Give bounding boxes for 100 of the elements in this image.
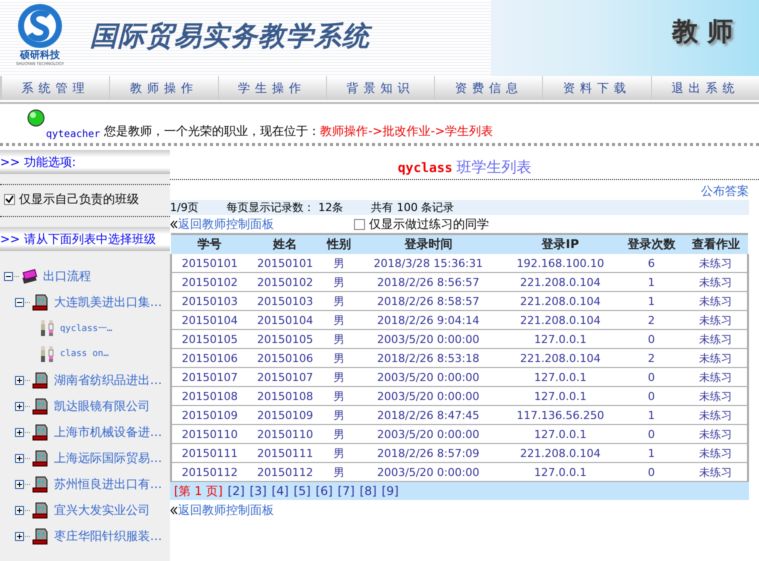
- collapse-icon[interactable]: [15, 298, 30, 306]
- table-cell: 117.136.56.250: [502, 406, 620, 424]
- homework-link[interactable]: 未练习: [684, 386, 748, 406]
- double-chevron-icon: [170, 506, 178, 515]
- page-link[interactable]: [4]: [272, 484, 289, 498]
- homework-link[interactable]: 未练习: [684, 368, 748, 386]
- page-link[interactable]: [8]: [360, 484, 377, 498]
- breadcrumb: 教师操作->批改作业->学生列表: [320, 123, 493, 140]
- table-cell: 男: [322, 310, 355, 330]
- expand-icon[interactable]: [15, 428, 30, 436]
- back-link[interactable]: 返回教师控制面板: [178, 216, 274, 232]
- table-cell: 20150105: [248, 330, 323, 348]
- table-cell: 20150108: [248, 386, 323, 406]
- nav-button[interactable]: 背景知识: [326, 76, 434, 100]
- table-cell: 20150109: [248, 406, 323, 424]
- tree-item[interactable]: 凯达眼镜有限公司: [54, 398, 150, 414]
- table-cell: 20150102: [171, 272, 248, 292]
- building-icon: [32, 371, 50, 389]
- tree-item[interactable]: 上海市机械设备进…: [54, 424, 162, 440]
- tree-item[interactable]: 苏州恒良进出口有…: [54, 476, 162, 492]
- table-cell: 0: [619, 368, 684, 386]
- tree-item[interactable]: 宜兴大发实业公司: [54, 502, 150, 518]
- back-link[interactable]: 返回教师控制面板: [178, 502, 274, 519]
- table-cell: 1: [619, 444, 684, 462]
- page-link[interactable]: [3]: [250, 484, 267, 498]
- page-link[interactable]: [9]: [382, 484, 399, 498]
- user-name: qyteacher: [46, 129, 100, 140]
- table-cell: 20150102: [248, 272, 323, 292]
- homework-link[interactable]: 未练习: [684, 406, 748, 424]
- checkbox[interactable]: [354, 218, 365, 230]
- tree-item[interactable]: 枣庄华阳针织服装…: [54, 528, 162, 544]
- table-cell: 20150105: [171, 330, 248, 348]
- table-cell: 20150106: [248, 348, 323, 368]
- role-title: 教 师: [672, 16, 734, 49]
- nav-button[interactable]: 教师操作: [110, 76, 218, 100]
- table-cell: 127.0.0.1: [502, 386, 620, 406]
- homework-link[interactable]: 未练习: [684, 348, 748, 368]
- building-icon: [32, 293, 50, 311]
- publish-answers-link[interactable]: 公布答案: [701, 184, 749, 198]
- table-cell: 1: [619, 406, 684, 424]
- expand-icon[interactable]: [15, 532, 30, 540]
- nav-button[interactable]: 资料下载: [543, 76, 651, 100]
- tree-item[interactable]: class on…: [60, 349, 109, 359]
- homework-link[interactable]: 未练习: [684, 424, 748, 444]
- page-link[interactable]: [2]: [228, 484, 245, 498]
- table-cell: 2: [619, 348, 684, 368]
- expand-icon[interactable]: [15, 402, 30, 410]
- table-cell: 20150101: [171, 254, 248, 272]
- nav-button[interactable]: 学生操作: [218, 76, 326, 100]
- tree-item[interactable]: qyclass一…: [60, 322, 112, 334]
- tree-item[interactable]: 上海远际国际贸易…: [54, 450, 162, 466]
- table-cell: 2018/2/26 8:56:57: [354, 272, 502, 292]
- table-cell: 2018/2/26 9:04:14: [354, 310, 502, 330]
- column-header: 登录IP: [502, 234, 620, 254]
- nav-button[interactable]: 资费信息: [435, 76, 542, 100]
- table-cell: 0: [619, 424, 684, 444]
- tree-item[interactable]: 大连凯美进出口集…: [54, 294, 162, 310]
- table-cell: 20150106: [171, 348, 248, 368]
- homework-link[interactable]: 未练习: [684, 254, 748, 272]
- table-cell: 20150108: [171, 386, 248, 406]
- tree-item[interactable]: 出口流程: [43, 268, 91, 284]
- homework-link[interactable]: 未练习: [684, 292, 748, 310]
- page-link[interactable]: [7]: [338, 484, 355, 498]
- table-cell: 221.208.0.104: [502, 348, 620, 368]
- table-cell: 男: [322, 348, 355, 368]
- page-link[interactable]: [5]: [294, 484, 311, 498]
- column-header: 登录次数: [619, 234, 684, 254]
- column-header: 姓名: [248, 234, 323, 254]
- building-icon: [32, 449, 50, 467]
- expand-icon[interactable]: [15, 480, 30, 488]
- homework-link[interactable]: 未练习: [684, 310, 748, 330]
- expand-icon[interactable]: [15, 506, 30, 514]
- tree-item[interactable]: 湖南省纺织品进出…: [54, 372, 162, 388]
- homework-link[interactable]: 未练习: [684, 272, 748, 292]
- checkbox[interactable]: [4, 194, 15, 205]
- system-title: 国际贸易实务教学系统: [80, 0, 491, 76]
- table-cell: 2018/3/28 15:36:31: [354, 254, 502, 272]
- nav-button[interactable]: 退出系统: [652, 76, 759, 100]
- page-link[interactable]: [6]: [316, 484, 333, 498]
- table-cell: 2018/2/26 8:57:09: [354, 444, 502, 462]
- table-cell: 221.208.0.104: [502, 272, 620, 292]
- table-cell: 2018/2/26 8:58:57: [354, 292, 502, 310]
- collapse-icon[interactable]: [4, 272, 19, 280]
- expand-icon[interactable]: [15, 454, 30, 462]
- table-cell: 20150104: [171, 310, 248, 330]
- page-title: 班学生列表: [456, 158, 532, 176]
- table-cell: 1: [619, 292, 684, 310]
- homework-link[interactable]: 未练习: [684, 444, 748, 462]
- books-icon: [21, 267, 39, 285]
- logo-name: 硕研科技: [20, 50, 60, 61]
- nav-button[interactable]: 系统管理: [2, 76, 110, 100]
- homework-link[interactable]: 未练习: [684, 330, 748, 348]
- table-cell: 221.208.0.104: [502, 310, 620, 330]
- expand-icon[interactable]: [15, 376, 30, 384]
- table-cell: 20150110: [248, 424, 323, 444]
- checkbox-label: 仅显示自己负责的班级: [19, 191, 139, 208]
- building-icon: [32, 397, 50, 415]
- table-cell: 男: [322, 444, 355, 462]
- table-cell: 20150101: [248, 254, 323, 272]
- table-cell: 192.168.100.10: [502, 254, 620, 272]
